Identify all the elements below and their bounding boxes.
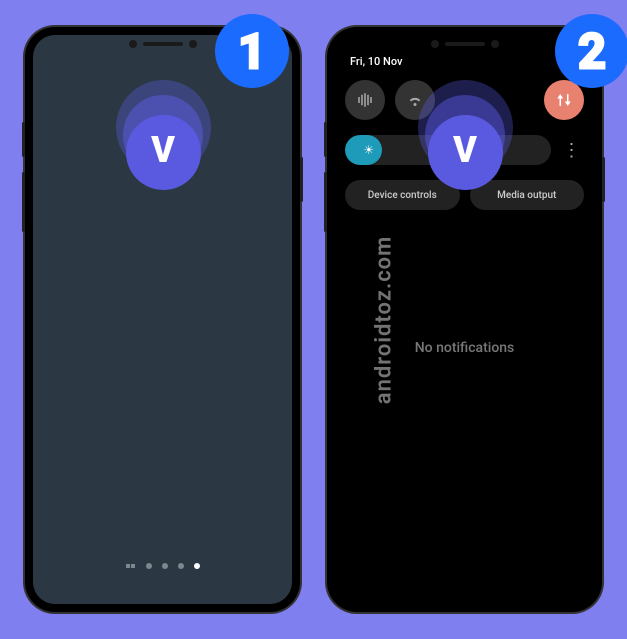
vibrate-icon — [356, 91, 374, 109]
phone-screen[interactable]: V — [33, 35, 292, 604]
home-page-indicator[interactable] — [126, 563, 200, 569]
page-dot-active — [194, 563, 200, 569]
volume-button — [22, 122, 25, 157]
volume-button — [324, 122, 327, 157]
power-button — [602, 157, 605, 202]
data-tile[interactable] — [544, 80, 584, 120]
apps-grid-icon — [126, 564, 136, 568]
brightness-menu-button[interactable]: ⋮ — [559, 140, 584, 161]
sun-icon: ☀ — [363, 143, 374, 157]
phone-notch — [415, 35, 515, 53]
page-dot — [146, 563, 152, 569]
wifi-icon — [406, 91, 424, 109]
chevron-down-icon: V — [151, 132, 175, 168]
step-badge: 1 — [215, 14, 289, 88]
volume-button — [324, 172, 327, 232]
power-button — [300, 157, 303, 202]
step-badge: 2 — [555, 14, 627, 88]
step-number: 2 — [578, 23, 606, 80]
page-dot — [162, 563, 168, 569]
step-number: 1 — [238, 23, 266, 80]
device-controls-button[interactable]: Device controls — [345, 180, 460, 210]
status-date: Fri, 10 Nov — [350, 55, 402, 68]
chevron-down-icon: V — [453, 132, 477, 168]
data-arrows-icon — [555, 91, 573, 109]
volume-button — [22, 172, 25, 232]
page-dot — [178, 563, 184, 569]
vibrate-tile[interactable] — [345, 80, 385, 120]
phone-frame-step2: Fri, 10 Nov ☀ ⋮ Device controls — [327, 27, 602, 612]
no-notifications-text: No notifications — [415, 340, 515, 356]
phone-frame-step1: V — [25, 27, 300, 612]
phone-notch — [113, 35, 213, 53]
media-output-button[interactable]: Media output — [470, 180, 585, 210]
watermark-text: androidtoz.com — [372, 235, 397, 403]
